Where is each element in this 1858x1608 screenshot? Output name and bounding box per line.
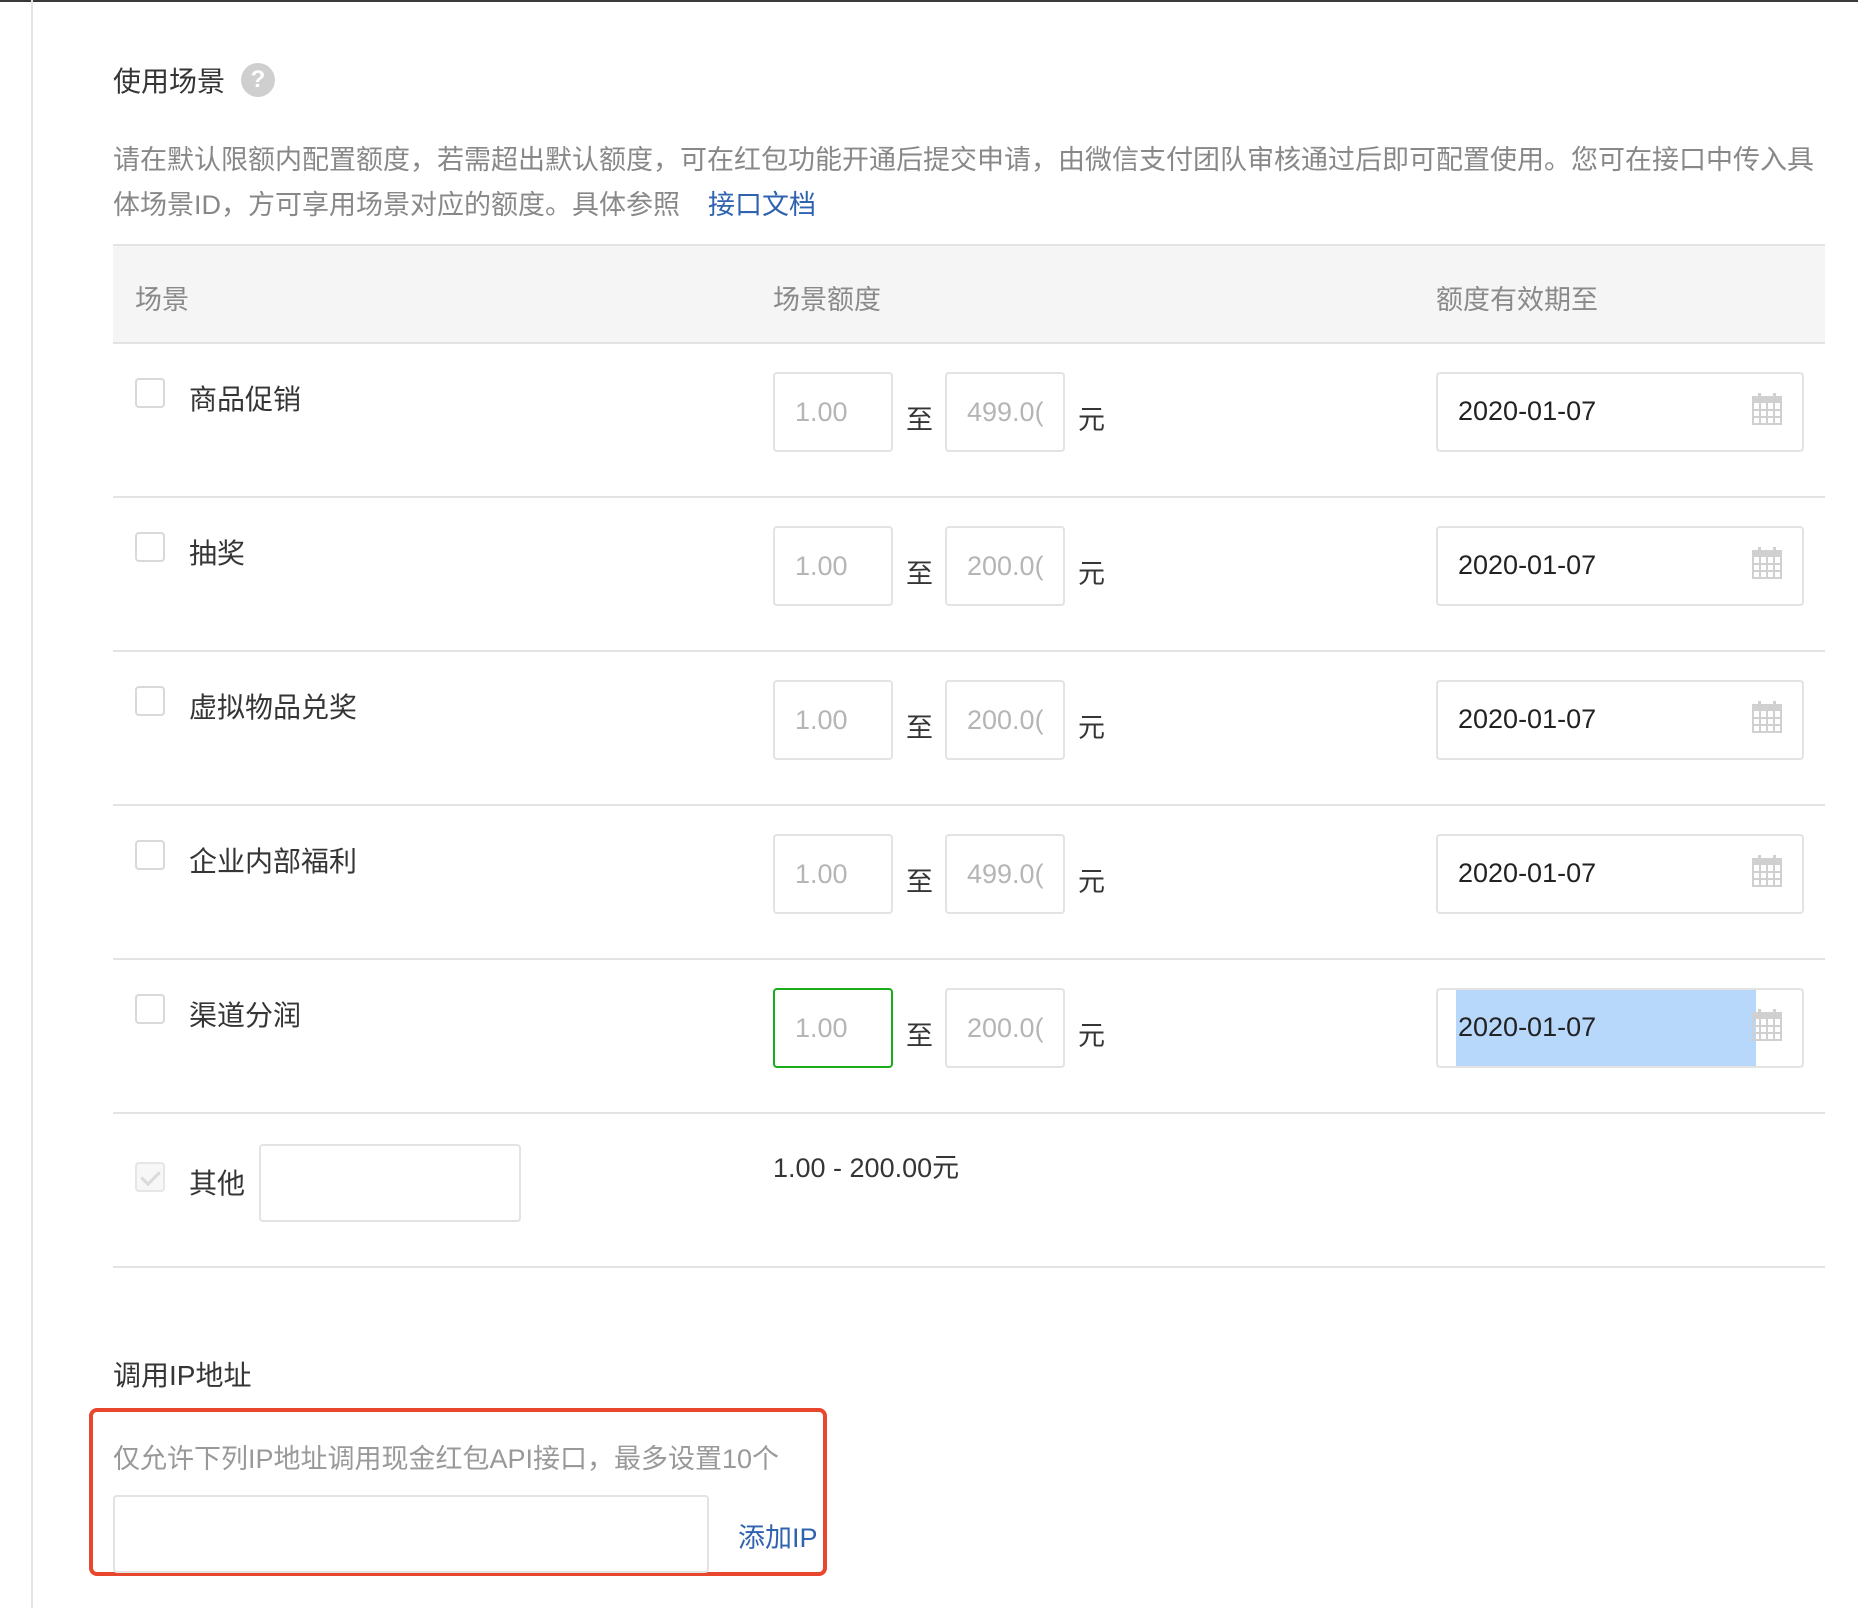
to-label: 至 — [906, 559, 933, 589]
to-label: 至 — [906, 405, 933, 435]
table-row: 虚拟物品兑奖 至 元 2020-01-07 — [113, 652, 1825, 806]
other-checkbox — [135, 1162, 165, 1192]
min-amount-input[interactable] — [773, 834, 893, 914]
unit-label: 元 — [1078, 1021, 1105, 1051]
date-picker[interactable]: 2020-01-07 — [1436, 372, 1804, 452]
unit-label: 元 — [1078, 713, 1105, 743]
scene-checkbox[interactable] — [135, 994, 165, 1024]
unit-label: 元 — [1078, 867, 1105, 897]
scene-description: 请在默认限额内配置额度，若需超出默认额度，可在红包功能开通后提交申请，由微信支付… — [113, 138, 1833, 228]
header-amount: 场景额度 — [773, 285, 881, 315]
max-amount-input[interactable] — [945, 988, 1065, 1068]
header-scene: 场景 — [135, 285, 189, 315]
max-amount-input[interactable] — [945, 526, 1065, 606]
scene-table: 场景 场景额度 额度有效期至 商品促销 至 元 2020-01-07 抽奖 至 … — [113, 244, 1825, 1268]
min-amount-input[interactable] — [773, 680, 893, 760]
ip-address-input[interactable] — [113, 1495, 709, 1573]
other-scene-input[interactable] — [259, 1144, 521, 1222]
ip-description: 仅允许下列IP地址调用现金红包API接口，最多设置10个 — [113, 1444, 780, 1474]
calendar-icon[interactable] — [1752, 701, 1782, 738]
max-amount-input[interactable] — [945, 372, 1065, 452]
date-picker[interactable]: 2020-01-07 — [1436, 680, 1804, 760]
left-border — [31, 0, 33, 1608]
table-header: 场景 场景额度 额度有效期至 — [113, 244, 1825, 344]
max-amount-input[interactable] — [945, 834, 1065, 914]
max-amount-input[interactable] — [945, 680, 1065, 760]
date-picker[interactable]: 2020-01-07 — [1436, 834, 1804, 914]
min-amount-input[interactable] — [773, 526, 893, 606]
header-valid-until: 额度有效期至 — [1436, 285, 1598, 315]
other-range-text: 1.00 - 200.00元 — [773, 1153, 960, 1183]
scene-checkbox[interactable] — [135, 532, 165, 562]
table-row: 企业内部福利 至 元 2020-01-07 — [113, 806, 1825, 960]
scene-name: 抽奖 — [189, 538, 246, 569]
calendar-icon[interactable] — [1752, 855, 1782, 892]
scene-section-title: 使用场景 ? — [113, 60, 276, 100]
scene-name: 渠道分润 — [189, 1000, 302, 1031]
calendar-icon[interactable] — [1752, 547, 1782, 584]
unit-label: 元 — [1078, 559, 1105, 589]
add-ip-link[interactable]: 添加IP — [738, 1516, 818, 1555]
calendar-icon[interactable] — [1752, 1009, 1782, 1046]
help-icon[interactable]: ? — [241, 63, 276, 97]
date-value: 2020-01-07 — [1458, 704, 1597, 734]
scene-name: 商品促销 — [189, 384, 302, 415]
scene-section-title-text: 使用场景 — [113, 66, 226, 97]
scene-description-text: 请在默认限额内配置额度，若需超出默认额度，可在红包功能开通后提交申请，由微信支付… — [113, 145, 1814, 220]
table-row: 渠道分润 至 元 2020-01-07 — [113, 960, 1825, 1114]
table-row-other: 其他 1.00 - 200.00元 — [113, 1114, 1825, 1268]
date-value: 2020-01-07 — [1458, 1012, 1597, 1042]
date-picker[interactable]: 2020-01-07 — [1436, 988, 1804, 1068]
doc-link[interactable]: 接口文档 — [708, 190, 816, 220]
scene-name: 企业内部福利 — [189, 846, 358, 877]
date-value: 2020-01-07 — [1458, 550, 1597, 580]
date-value: 2020-01-07 — [1458, 858, 1597, 888]
unit-label: 元 — [1078, 405, 1105, 435]
calendar-icon[interactable] — [1752, 393, 1782, 430]
date-value: 2020-01-07 — [1458, 396, 1597, 426]
date-picker[interactable]: 2020-01-07 — [1436, 526, 1804, 606]
min-amount-input[interactable] — [773, 372, 893, 452]
table-row: 抽奖 至 元 2020-01-07 — [113, 498, 1825, 652]
scene-name: 虚拟物品兑奖 — [189, 692, 358, 723]
scene-checkbox[interactable] — [135, 686, 165, 716]
to-label: 至 — [906, 867, 933, 897]
ip-section-title: 调用IP地址 — [113, 1360, 252, 1391]
table-row: 商品促销 至 元 2020-01-07 — [113, 344, 1825, 498]
min-amount-input[interactable] — [773, 988, 893, 1068]
to-label: 至 — [906, 1021, 933, 1051]
scene-checkbox[interactable] — [135, 840, 165, 870]
scene-checkbox[interactable] — [135, 378, 165, 408]
top-border — [0, 0, 1858, 2]
to-label: 至 — [906, 713, 933, 743]
other-scene-name: 其他 — [189, 1168, 246, 1199]
